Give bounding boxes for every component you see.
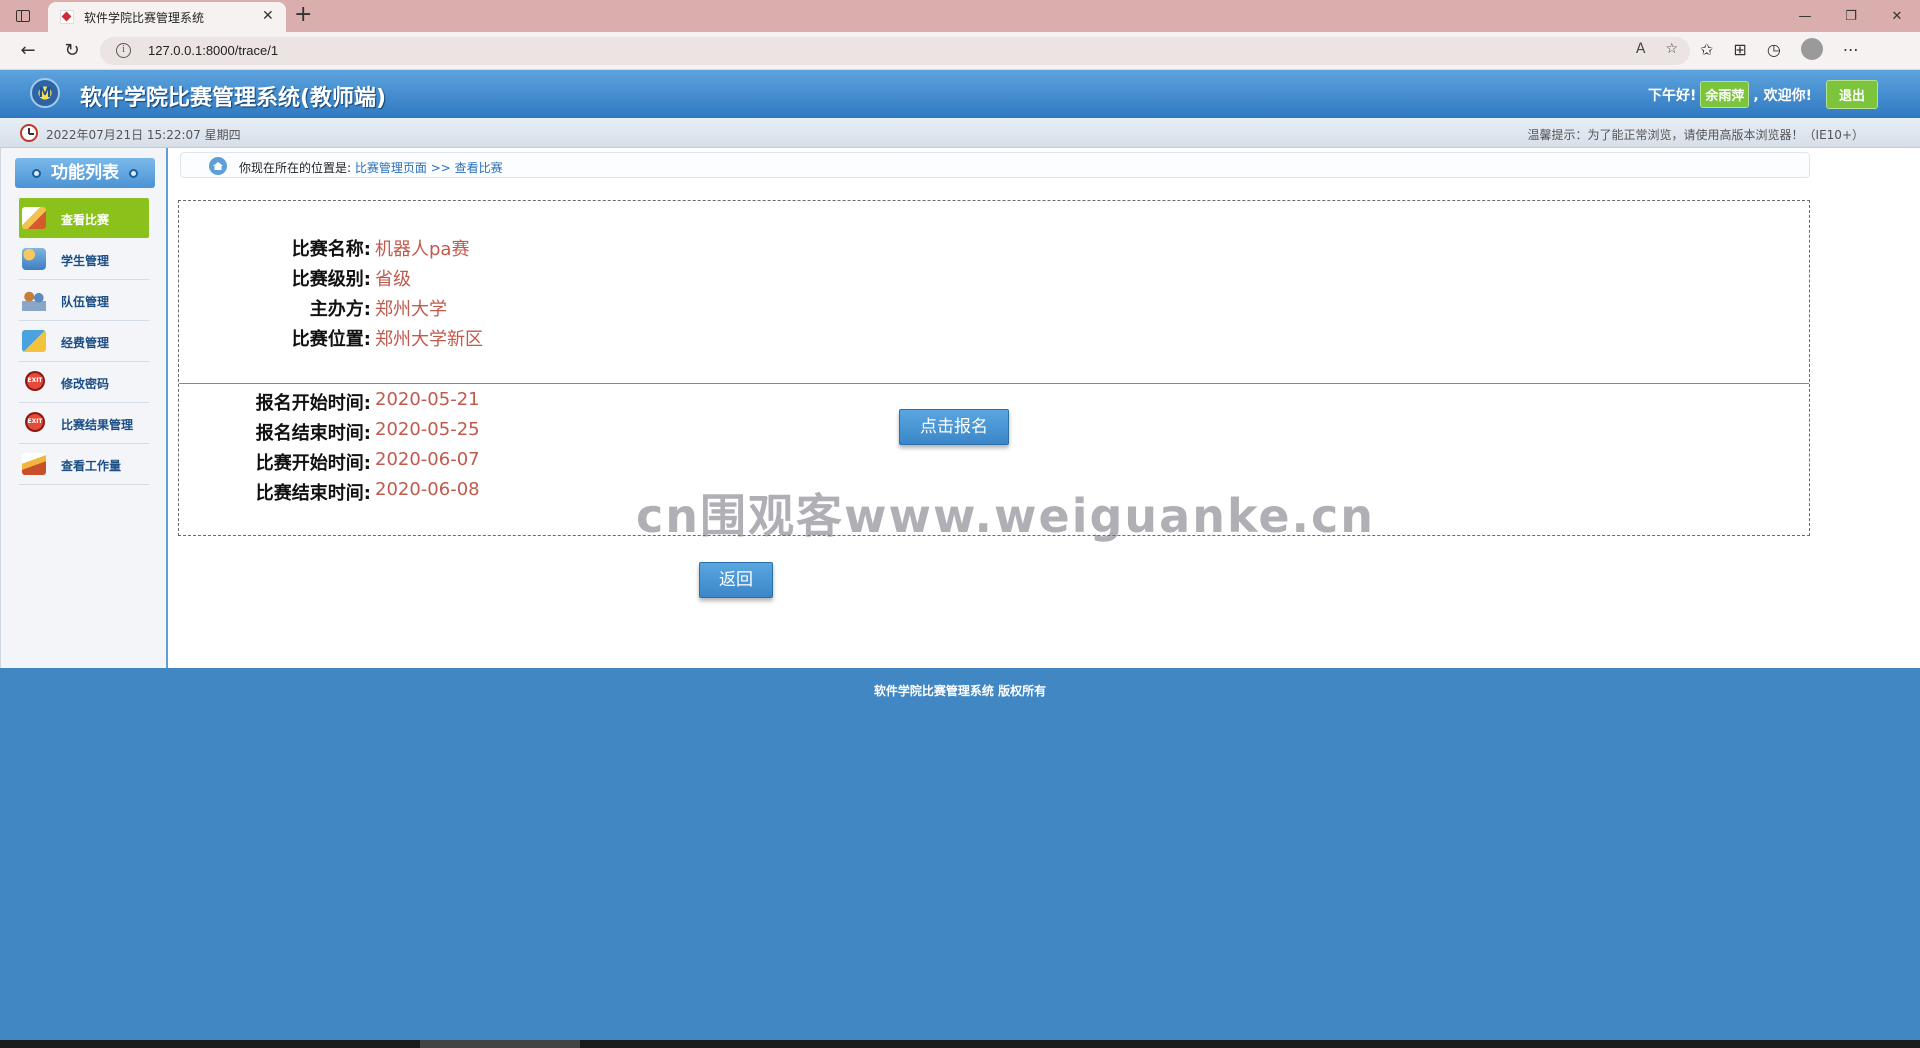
- sidebar-item-view-competitions[interactable]: 查看比赛: [19, 198, 149, 238]
- sidebar-item-label: 查看比赛: [61, 213, 110, 227]
- restore-icon[interactable]: ❐: [1828, 0, 1874, 32]
- sidebar-item-label: 经费管理: [61, 336, 110, 350]
- greeting-text: 下午好!: [1648, 87, 1697, 104]
- history-icon[interactable]: ◷: [1767, 40, 1781, 60]
- sidebar-item-change-password[interactable]: EXIT 修改密码: [19, 362, 149, 403]
- sidebar-item-team-management[interactable]: 队伍管理: [19, 280, 149, 321]
- bullet-icon: [32, 168, 41, 178]
- field-label: 报名结束时间:: [255, 423, 371, 444]
- competition-start-row: 比赛开始时间: 2020-06-07: [179, 449, 480, 475]
- minimize-icon[interactable]: —: [1782, 0, 1828, 32]
- field-label: 比赛结束时间:: [255, 483, 371, 504]
- sidebar-item-view-workload[interactable]: 查看工作量: [19, 444, 149, 485]
- competition-name: 机器人pa赛: [375, 239, 470, 260]
- home-icon[interactable]: [209, 157, 227, 175]
- close-tab-icon[interactable]: ✕: [262, 8, 274, 24]
- logout-button[interactable]: 退出: [1825, 80, 1878, 109]
- current-datetime: 2022年07月21日 15:22:07 星期四: [46, 128, 241, 142]
- breadcrumb: 你现在所在的位置是: 比赛管理页面 >> 查看比赛: [180, 152, 1810, 178]
- sidebar-item-label: 学生管理: [61, 254, 110, 268]
- tab-actions-icon[interactable]: [10, 6, 36, 26]
- clock-icon: [20, 124, 38, 142]
- url-field[interactable]: i 127.0.0.1:8000/trace/1 A ☆: [100, 37, 1690, 65]
- competition-location: 郑州大学新区: [375, 329, 483, 350]
- favorites-icon[interactable]: ✩: [1700, 40, 1713, 60]
- bullet-icon: [129, 168, 138, 178]
- field-label: 主办方:: [309, 299, 371, 320]
- back-arrow-icon[interactable]: ←: [16, 40, 40, 62]
- username-badge: 余雨萍: [1700, 81, 1750, 108]
- url-text[interactable]: 127.0.0.1:8000/trace/1: [148, 43, 278, 58]
- browser-tab-bar: 软件学院比赛管理系统 ✕ + — ❐ ✕: [0, 0, 1920, 32]
- sidebar-item-funding-management[interactable]: 经费管理: [19, 321, 149, 362]
- competition-organizer-row: 主办方: 郑州大学: [179, 295, 447, 321]
- taskbar-active-app[interactable]: [420, 1040, 580, 1048]
- profile-avatar[interactable]: [1800, 38, 1823, 60]
- close-window-icon[interactable]: ✕: [1874, 0, 1920, 32]
- logo-icon: [30, 78, 60, 108]
- field-label: 报名开始时间:: [255, 393, 371, 414]
- competition-end-row: 比赛结束时间: 2020-06-08: [179, 479, 480, 505]
- competition-name-row: 比赛名称: 机器人pa赛: [179, 235, 470, 261]
- tab-title: 软件学院比赛管理系统: [84, 11, 205, 25]
- sidebar-item-label: 修改密码: [61, 377, 110, 391]
- workload-icon: [22, 453, 46, 475]
- field-label: 比赛开始时间:: [255, 453, 371, 474]
- section-divider: [179, 383, 1809, 384]
- signup-start-row: 报名开始时间: 2020-05-21: [179, 389, 480, 415]
- field-label: 比赛名称:: [291, 239, 371, 260]
- add-favorite-icon[interactable]: ☆: [1665, 41, 1678, 57]
- team-icon: [22, 289, 46, 311]
- money-icon: [22, 330, 46, 352]
- window-controls: — ❐ ✕: [1782, 0, 1920, 32]
- competition-start-date: 2020-06-07: [375, 449, 480, 470]
- user-greeting: 下午好! 余雨萍 , 欢迎你! 退出: [1648, 80, 1878, 109]
- sidebar: 功能列表 查看比赛 学生管理 队伍管理 经费管理 EXIT 修改密码 EXIT …: [0, 148, 168, 668]
- browser-tab[interactable]: 软件学院比赛管理系统 ✕: [48, 2, 286, 32]
- field-label: 比赛位置:: [291, 329, 371, 350]
- competition-location-row: 比赛位置: 郑州大学新区: [179, 325, 483, 351]
- back-button[interactable]: 返回: [699, 562, 773, 598]
- browser-tip: 温馨提示：为了能正常浏览，请使用高版本浏览器！（IE10+）: [1527, 128, 1864, 142]
- more-menu-icon[interactable]: ⋯: [1843, 40, 1859, 60]
- exit-icon: EXIT: [25, 412, 45, 432]
- competition-level-row: 比赛级别: 省级: [179, 265, 411, 291]
- app-header: 软件学院比赛管理系统(教师端) 下午好! 余雨萍 , 欢迎你! 退出: [0, 70, 1920, 118]
- sidebar-item-label: 查看工作量: [61, 459, 122, 473]
- new-tab-icon[interactable]: +: [294, 3, 312, 27]
- competition-end-date: 2020-06-08: [375, 479, 480, 500]
- sidebar-item-student-management[interactable]: 学生管理: [19, 239, 149, 280]
- book-icon: [22, 207, 46, 229]
- sidebar-item-label: 队伍管理: [61, 295, 110, 309]
- competition-level: 省级: [375, 269, 411, 290]
- signup-start-date: 2020-05-21: [375, 389, 480, 410]
- signup-button[interactable]: 点击报名: [899, 409, 1009, 445]
- refresh-icon[interactable]: ↻: [60, 40, 84, 62]
- competition-organizer: 郑州大学: [375, 299, 447, 320]
- welcome-text: , 欢迎你!: [1753, 87, 1812, 104]
- read-aloud-icon[interactable]: A: [1636, 41, 1646, 57]
- signup-end-row: 报名结束时间: 2020-05-25: [179, 419, 480, 445]
- student-icon: [22, 248, 46, 270]
- signup-end-date: 2020-05-25: [375, 419, 480, 440]
- exit-icon: EXIT: [25, 371, 45, 391]
- field-label: 比赛级别:: [291, 269, 371, 290]
- breadcrumb-path[interactable]: 比赛管理页面 >> 查看比赛: [355, 161, 503, 175]
- address-toolbar: ← ↻ i 127.0.0.1:8000/trace/1 A ☆ ✩ ⊞ ◷ ⋯: [0, 32, 1920, 70]
- breadcrumb-prefix: 你现在所在的位置是:: [239, 161, 352, 175]
- sidebar-item-label: 比赛结果管理: [61, 418, 134, 432]
- sidebar-menu: 查看比赛 学生管理 队伍管理 经费管理 EXIT 修改密码 EXIT 比赛结果管…: [19, 198, 149, 485]
- sidebar-item-result-management[interactable]: EXIT 比赛结果管理: [19, 403, 149, 444]
- favicon-icon: [60, 10, 74, 24]
- app-title: 软件学院比赛管理系统(教师端): [80, 86, 387, 111]
- collections-icon[interactable]: ⊞: [1733, 40, 1746, 60]
- watermark-text: cn围观客www.weiguanke.cn: [636, 489, 1376, 543]
- info-strip: 2022年07月21日 15:22:07 星期四 温馨提示：为了能正常浏览，请使…: [0, 118, 1920, 148]
- copyright-text: 软件学院比赛管理系统 版权所有: [873, 684, 1047, 698]
- footer: 软件学院比赛管理系统 版权所有: [0, 668, 1920, 1040]
- os-taskbar: [0, 1040, 1920, 1048]
- sidebar-title-text: 功能列表: [51, 163, 119, 183]
- sidebar-title: 功能列表: [15, 158, 155, 188]
- site-info-icon[interactable]: i: [116, 43, 131, 58]
